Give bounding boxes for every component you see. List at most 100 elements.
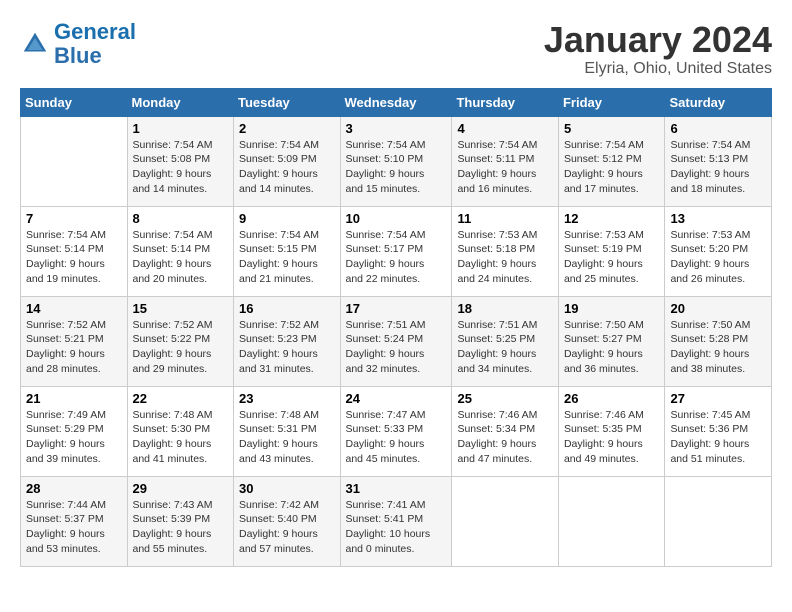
calendar-cell: 1 Sunrise: 7:54 AMSunset: 5:08 PMDaylight… xyxy=(127,116,234,206)
page-header: General Blue January 2024 Elyria, Ohio, … xyxy=(20,20,772,78)
day-number: 14 xyxy=(26,301,122,316)
header-wednesday: Wednesday xyxy=(340,88,452,116)
day-number: 24 xyxy=(346,391,447,406)
calendar-cell xyxy=(21,116,128,206)
day-info: Sunrise: 7:51 AMSunset: 5:25 PMDaylight:… xyxy=(457,318,553,377)
calendar-cell: 31Sunrise: 7:41 AMSunset: 5:41 PMDayligh… xyxy=(340,476,452,566)
day-number: 2 xyxy=(239,121,335,136)
day-number: 16 xyxy=(239,301,335,316)
week-row-1: 7 Sunrise: 7:54 AMSunset: 5:14 PMDaylight… xyxy=(21,206,772,296)
logo-line2: Blue xyxy=(54,43,102,68)
day-number: 27 xyxy=(670,391,766,406)
calendar-cell: 23 Sunrise: 7:48 AMSunset: 5:31 PMDayligh… xyxy=(234,386,341,476)
calendar-cell: 8 Sunrise: 7:54 AMSunset: 5:14 PMDaylight… xyxy=(127,206,234,296)
week-row-4: 28Sunrise: 7:44 AMSunset: 5:37 PMDayligh… xyxy=(21,476,772,566)
day-info: Sunrise: 7:54 AMSunset: 5:08 PMDaylight:… xyxy=(133,138,229,197)
week-row-2: 14 Sunrise: 7:52 AMSunset: 5:21 PMDayligh… xyxy=(21,296,772,386)
calendar-cell: 22Sunrise: 7:48 AMSunset: 5:30 PMDayligh… xyxy=(127,386,234,476)
week-row-0: 1 Sunrise: 7:54 AMSunset: 5:08 PMDaylight… xyxy=(21,116,772,206)
calendar-cell xyxy=(452,476,559,566)
header-thursday: Thursday xyxy=(452,88,559,116)
calendar-cell: 7 Sunrise: 7:54 AMSunset: 5:14 PMDaylight… xyxy=(21,206,128,296)
calendar-cell: 11 Sunrise: 7:53 AMSunset: 5:18 PMDayligh… xyxy=(452,206,559,296)
day-info: Sunrise: 7:43 AMSunset: 5:39 PMDaylight:… xyxy=(133,498,229,557)
calendar-cell: 24 Sunrise: 7:47 AMSunset: 5:33 PMDayligh… xyxy=(340,386,452,476)
day-info: Sunrise: 7:50 AMSunset: 5:28 PMDaylight:… xyxy=(670,318,766,377)
logo-line1: General xyxy=(54,19,136,44)
day-info: Sunrise: 7:53 AMSunset: 5:18 PMDaylight:… xyxy=(457,228,553,287)
day-info: Sunrise: 7:54 AMSunset: 5:12 PMDaylight:… xyxy=(564,138,660,197)
day-number: 11 xyxy=(457,211,553,226)
calendar-cell: 20 Sunrise: 7:50 AMSunset: 5:28 PMDayligh… xyxy=(665,296,772,386)
day-number: 1 xyxy=(133,121,229,136)
day-number: 7 xyxy=(26,211,122,226)
day-number: 9 xyxy=(239,211,335,226)
day-number: 20 xyxy=(670,301,766,316)
day-info: Sunrise: 7:46 AMSunset: 5:34 PMDaylight:… xyxy=(457,408,553,467)
day-number: 18 xyxy=(457,301,553,316)
subtitle: Elyria, Ohio, United States xyxy=(544,60,772,78)
day-info: Sunrise: 7:53 AMSunset: 5:19 PMDaylight:… xyxy=(564,228,660,287)
logo: General Blue xyxy=(20,20,136,68)
day-info: Sunrise: 7:46 AMSunset: 5:35 PMDaylight:… xyxy=(564,408,660,467)
week-row-3: 21 Sunrise: 7:49 AMSunset: 5:29 PMDayligh… xyxy=(21,386,772,476)
day-number: 15 xyxy=(133,301,229,316)
day-info: Sunrise: 7:54 AMSunset: 5:14 PMDaylight:… xyxy=(26,228,122,287)
calendar-cell: 9 Sunrise: 7:54 AMSunset: 5:15 PMDaylight… xyxy=(234,206,341,296)
calendar-cell xyxy=(665,476,772,566)
day-number: 12 xyxy=(564,211,660,226)
calendar-cell: 26 Sunrise: 7:46 AMSunset: 5:35 PMDayligh… xyxy=(558,386,665,476)
day-number: 29 xyxy=(133,481,229,496)
day-number: 13 xyxy=(670,211,766,226)
calendar-cell: 15Sunrise: 7:52 AMSunset: 5:22 PMDayligh… xyxy=(127,296,234,386)
day-number: 26 xyxy=(564,391,660,406)
calendar-cell: 30 Sunrise: 7:42 AMSunset: 5:40 PMDayligh… xyxy=(234,476,341,566)
day-number: 31 xyxy=(346,481,447,496)
calendar-cell xyxy=(558,476,665,566)
main-title: January 2024 xyxy=(544,20,772,60)
day-info: Sunrise: 7:48 AMSunset: 5:31 PMDaylight:… xyxy=(239,408,335,467)
header-sunday: Sunday xyxy=(21,88,128,116)
day-info: Sunrise: 7:42 AMSunset: 5:40 PMDaylight:… xyxy=(239,498,335,557)
header-monday: Monday xyxy=(127,88,234,116)
day-number: 8 xyxy=(133,211,229,226)
calendar-cell: 16Sunrise: 7:52 AMSunset: 5:23 PMDayligh… xyxy=(234,296,341,386)
day-info: Sunrise: 7:45 AMSunset: 5:36 PMDaylight:… xyxy=(670,408,766,467)
calendar-cell: 2 Sunrise: 7:54 AMSunset: 5:09 PMDaylight… xyxy=(234,116,341,206)
day-number: 30 xyxy=(239,481,335,496)
day-info: Sunrise: 7:54 AMSunset: 5:11 PMDaylight:… xyxy=(457,138,553,197)
title-block: January 2024 Elyria, Ohio, United States xyxy=(544,20,772,78)
calendar-cell: 10Sunrise: 7:54 AMSunset: 5:17 PMDayligh… xyxy=(340,206,452,296)
day-info: Sunrise: 7:54 AMSunset: 5:14 PMDaylight:… xyxy=(133,228,229,287)
day-number: 5 xyxy=(564,121,660,136)
day-number: 6 xyxy=(670,121,766,136)
day-info: Sunrise: 7:54 AMSunset: 5:15 PMDaylight:… xyxy=(239,228,335,287)
calendar-cell: 29 Sunrise: 7:43 AMSunset: 5:39 PMDayligh… xyxy=(127,476,234,566)
calendar-cell: 28Sunrise: 7:44 AMSunset: 5:37 PMDayligh… xyxy=(21,476,128,566)
day-number: 23 xyxy=(239,391,335,406)
calendar-cell: 19 Sunrise: 7:50 AMSunset: 5:27 PMDayligh… xyxy=(558,296,665,386)
calendar-header: SundayMondayTuesdayWednesdayThursdayFrid… xyxy=(21,88,772,116)
day-info: Sunrise: 7:54 AMSunset: 5:13 PMDaylight:… xyxy=(670,138,766,197)
day-info: Sunrise: 7:54 AMSunset: 5:09 PMDaylight:… xyxy=(239,138,335,197)
calendar-cell: 27 Sunrise: 7:45 AMSunset: 5:36 PMDayligh… xyxy=(665,386,772,476)
calendar-cell: 14 Sunrise: 7:52 AMSunset: 5:21 PMDayligh… xyxy=(21,296,128,386)
logo-text: General Blue xyxy=(54,20,136,68)
calendar-cell: 3Sunrise: 7:54 AMSunset: 5:10 PMDaylight… xyxy=(340,116,452,206)
header-tuesday: Tuesday xyxy=(234,88,341,116)
day-info: Sunrise: 7:47 AMSunset: 5:33 PMDaylight:… xyxy=(346,408,447,467)
calendar-body: 1 Sunrise: 7:54 AMSunset: 5:08 PMDaylight… xyxy=(21,116,772,566)
day-info: Sunrise: 7:44 AMSunset: 5:37 PMDaylight:… xyxy=(26,498,122,557)
calendar-cell: 4Sunrise: 7:54 AMSunset: 5:11 PMDaylight… xyxy=(452,116,559,206)
day-info: Sunrise: 7:52 AMSunset: 5:21 PMDaylight:… xyxy=(26,318,122,377)
day-number: 19 xyxy=(564,301,660,316)
calendar-cell: 6 Sunrise: 7:54 AMSunset: 5:13 PMDaylight… xyxy=(665,116,772,206)
calendar-cell: 25Sunrise: 7:46 AMSunset: 5:34 PMDayligh… xyxy=(452,386,559,476)
day-info: Sunrise: 7:49 AMSunset: 5:29 PMDaylight:… xyxy=(26,408,122,467)
day-number: 17 xyxy=(346,301,447,316)
calendar-cell: 12 Sunrise: 7:53 AMSunset: 5:19 PMDayligh… xyxy=(558,206,665,296)
day-number: 21 xyxy=(26,391,122,406)
calendar-cell: 13Sunrise: 7:53 AMSunset: 5:20 PMDayligh… xyxy=(665,206,772,296)
day-info: Sunrise: 7:50 AMSunset: 5:27 PMDaylight:… xyxy=(564,318,660,377)
day-number: 10 xyxy=(346,211,447,226)
